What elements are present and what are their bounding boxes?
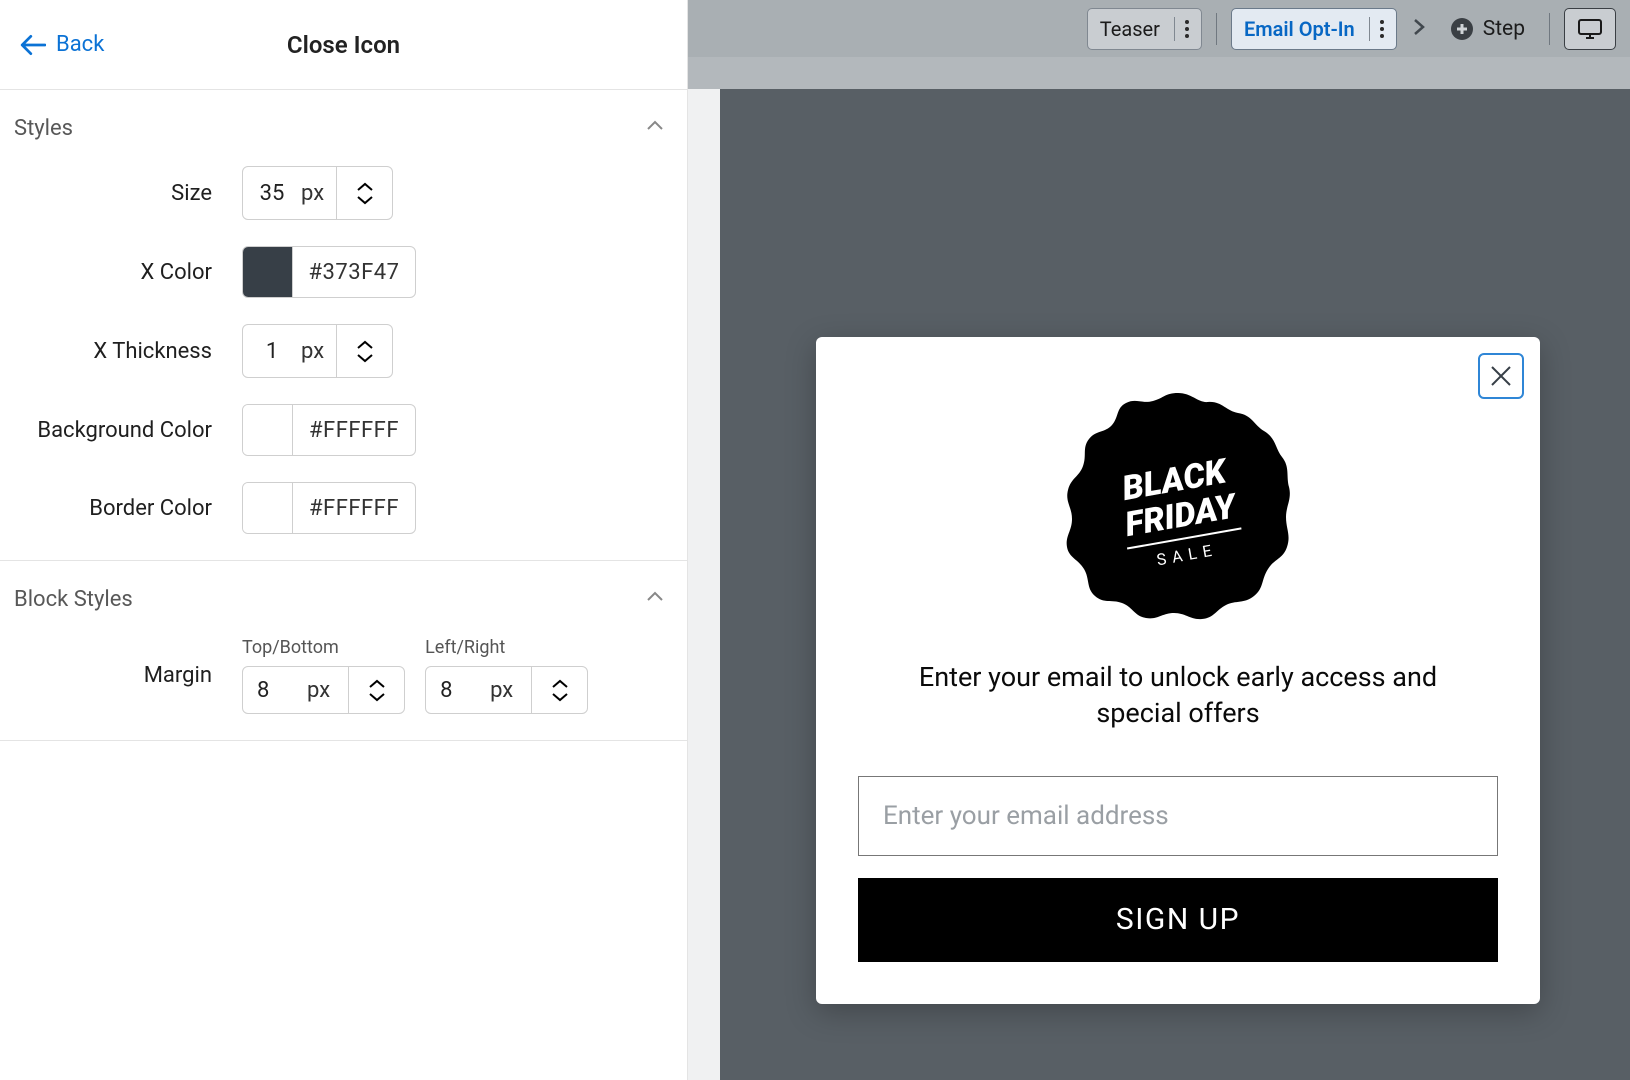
border-color-hex: #FFFFFF (293, 496, 415, 521)
row-x-thickness: X Thickness px (14, 324, 667, 378)
divider (1549, 13, 1550, 45)
panel-header: Back Close Icon (0, 0, 687, 90)
chevron-down-icon (368, 691, 386, 702)
margin-tb-input[interactable] (243, 678, 307, 703)
border-color-control[interactable]: #FFFFFF (242, 482, 416, 534)
settings-panel: Back Close Icon Styles Size px X Color (0, 0, 688, 1080)
chevron-up-icon (356, 182, 374, 193)
popup-close-button[interactable] (1478, 353, 1524, 399)
row-size: Size px (14, 166, 667, 220)
x-color-hex: #373F47 (293, 260, 415, 285)
margin-tb-stepper[interactable] (348, 667, 404, 713)
x-thickness-stepper[interactable] (336, 325, 392, 377)
email-input[interactable] (858, 776, 1498, 856)
bg-color-swatch[interactable] (243, 405, 293, 455)
chevron-right-icon (1411, 17, 1427, 41)
desktop-icon (1577, 18, 1603, 40)
section-block-styles: Block Styles Margin Top/Bottom px Left/R… (0, 561, 687, 741)
divider (1216, 13, 1217, 45)
x-thickness-unit: px (301, 339, 336, 364)
section-block-styles-header[interactable]: Block Styles (14, 585, 667, 613)
border-color-swatch[interactable] (243, 483, 293, 533)
label-x-color: X Color (14, 260, 242, 285)
badge-wrap: BLACK FRIDAY SALE (854, 383, 1502, 623)
arrow-left-icon (20, 34, 46, 56)
preview-stage: BLACK FRIDAY SALE Enter your email to un… (688, 57, 1630, 1080)
canvas: Teaser Email Opt-In Step (688, 0, 1630, 1080)
bg-color-control[interactable]: #FFFFFF (242, 404, 416, 456)
x-color-swatch[interactable] (243, 247, 293, 297)
black-friday-badge: BLACK FRIDAY SALE (1058, 383, 1298, 623)
label-border-color: Border Color (14, 496, 242, 521)
row-x-color: X Color #373F47 (14, 246, 667, 298)
label-size: Size (14, 181, 242, 206)
label-bg-color: Background Color (14, 418, 242, 443)
size-input[interactable] (243, 181, 301, 206)
close-icon (1488, 363, 1514, 389)
section-styles-title: Styles (14, 116, 73, 141)
section-styles-header[interactable]: Styles (14, 114, 667, 142)
size-control: px (242, 166, 393, 220)
email-optin-label: Email Opt-In (1244, 17, 1355, 41)
section-block-styles-title: Block Styles (14, 587, 133, 612)
size-stepper[interactable] (336, 167, 392, 219)
row-bg-color: Background Color #FFFFFF (14, 404, 667, 456)
badge-icon: BLACK FRIDAY SALE (1058, 383, 1298, 623)
size-unit: px (301, 181, 336, 206)
margin-left-right: Left/Right px (425, 637, 588, 714)
back-label: Back (56, 32, 104, 57)
margin-lr-input[interactable] (426, 678, 490, 703)
back-button[interactable]: Back (20, 32, 104, 57)
margin-tb-unit: px (307, 678, 348, 703)
popup-preview: BLACK FRIDAY SALE Enter your email to un… (816, 337, 1540, 1004)
more-icon[interactable] (1174, 17, 1189, 41)
topbar: Teaser Email Opt-In Step (688, 0, 1630, 57)
bg-color-hex: #FFFFFF (293, 418, 415, 443)
chevron-up-icon (643, 585, 667, 613)
row-border-color: Border Color #FFFFFF (14, 482, 667, 534)
chevron-up-icon (551, 679, 569, 690)
x-thickness-input[interactable] (243, 339, 301, 364)
margin-top-bottom: Top/Bottom px (242, 637, 405, 714)
more-icon[interactable] (1369, 17, 1384, 41)
row-margin: Margin Top/Bottom px Left/Right px (14, 637, 667, 714)
chevron-up-icon (643, 114, 667, 142)
x-thickness-control: px (242, 324, 393, 378)
chevron-up-icon (368, 679, 386, 690)
margin-lr-control: px (425, 666, 588, 714)
add-step-button[interactable]: Step (1441, 8, 1535, 50)
label-margin-tb: Top/Bottom (242, 637, 405, 658)
margin-tb-control: px (242, 666, 405, 714)
teaser-step-button[interactable]: Teaser (1087, 8, 1202, 50)
email-optin-step-button[interactable]: Email Opt-In (1231, 8, 1397, 50)
plus-circle-icon (1451, 18, 1473, 40)
x-color-control[interactable]: #373F47 (242, 246, 416, 298)
chevron-down-icon (356, 194, 374, 205)
popup-message: Enter your email to unlock early access … (882, 659, 1474, 732)
margin-lr-stepper[interactable] (531, 667, 587, 713)
device-toggle-button[interactable] (1564, 8, 1616, 50)
signup-button[interactable]: SIGN UP (858, 878, 1498, 962)
chevron-down-icon (551, 691, 569, 702)
margin-lr-unit: px (490, 678, 531, 703)
label-margin-lr: Left/Right (425, 637, 588, 658)
add-step-label: Step (1483, 17, 1525, 41)
teaser-label: Teaser (1100, 17, 1160, 41)
label-margin: Margin (14, 663, 242, 688)
section-styles: Styles Size px X Color #373F47 X Thickne (0, 90, 687, 561)
label-x-thickness: X Thickness (14, 339, 242, 364)
chevron-up-icon (356, 340, 374, 351)
chevron-down-icon (356, 352, 374, 363)
